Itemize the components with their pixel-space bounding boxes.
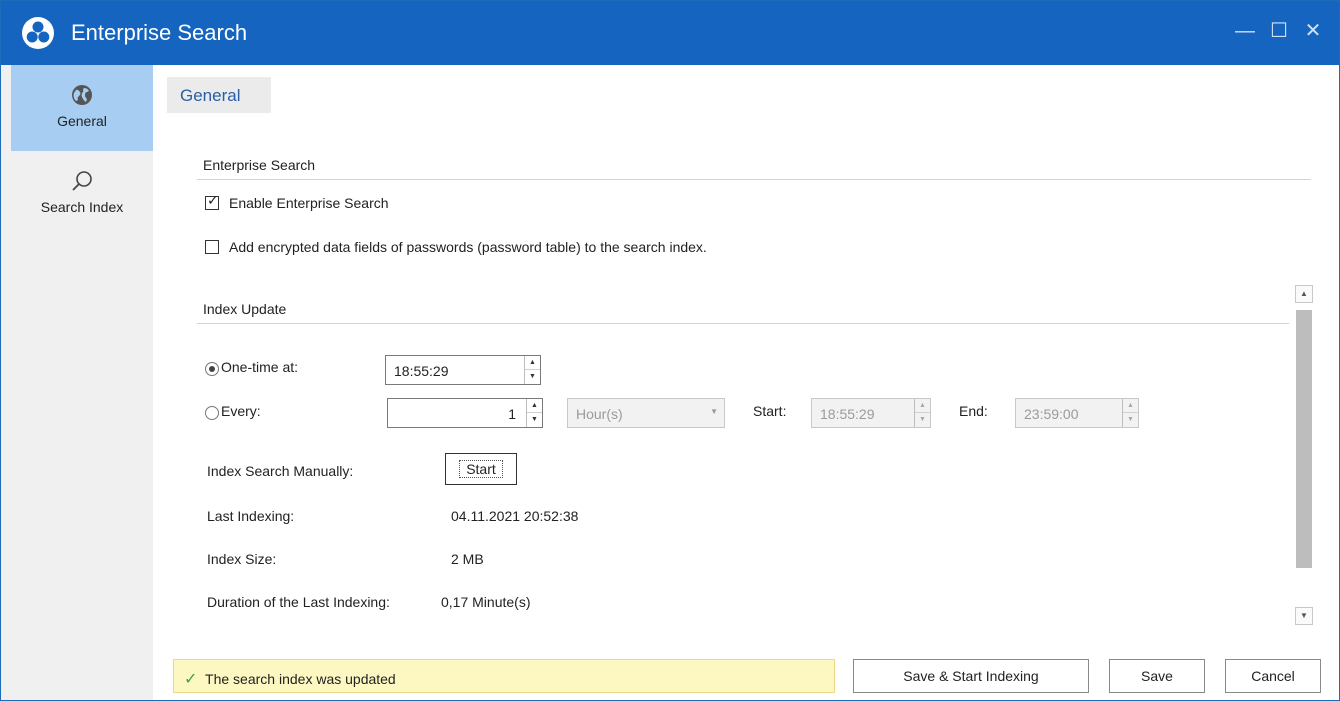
end-time-label: End: — [959, 403, 988, 419]
sidebar-item-label: Search Index — [40, 199, 124, 215]
spin-up-icon[interactable]: ▲ — [525, 356, 540, 370]
cancel-button[interactable]: Cancel — [1225, 659, 1321, 693]
sidebar: General Search Index — [1, 65, 153, 700]
close-icon[interactable]: ✕ — [1297, 15, 1329, 47]
onetime-label: One-time at: — [221, 359, 299, 375]
sidebar-item-general[interactable]: General — [11, 65, 153, 151]
globe-icon — [72, 85, 92, 105]
duration-value: 0,17 Minute(s) — [441, 594, 531, 610]
onetime-time-value: 18:55:29 — [394, 363, 449, 379]
onetime-stepper[interactable]: ▲ ▼ — [524, 356, 540, 384]
maximize-icon[interactable]: ☐ — [1263, 15, 1295, 47]
scroll-thumb[interactable] — [1296, 310, 1312, 568]
last-indexing-value: 04.11.2021 20:52:38 — [451, 508, 579, 524]
spin-down-icon[interactable]: ▼ — [1123, 413, 1138, 427]
every-count-input[interactable]: 1 ▲ ▼ — [387, 398, 543, 428]
spin-down-icon[interactable]: ▼ — [525, 370, 540, 384]
every-label: Every: — [221, 403, 261, 419]
search-icon — [72, 171, 92, 191]
section-index-update: Index Update — [203, 301, 287, 317]
window-title: Enterprise Search — [71, 20, 248, 45]
main-panel: General Enterprise Search Enable Enterpr… — [153, 65, 1339, 700]
last-indexing-label: Last Indexing: — [207, 508, 295, 524]
end-time-input[interactable]: 23:59:00 ▲ ▼ — [1015, 398, 1139, 428]
end-time-stepper[interactable]: ▲ ▼ — [1122, 399, 1138, 427]
divider — [197, 179, 1311, 180]
onetime-radio[interactable] — [205, 362, 219, 376]
spin-down-icon[interactable]: ▼ — [527, 413, 542, 427]
scroll-down-icon[interactable]: ▼ — [1295, 607, 1313, 625]
start-time-value: 18:55:29 — [820, 406, 875, 422]
minimize-icon[interactable]: — — [1229, 15, 1261, 47]
index-size-value: 2 MB — [451, 551, 484, 567]
enable-enterprise-search-checkbox[interactable] — [205, 193, 219, 210]
section-enterprise-search: Enterprise Search — [203, 157, 316, 173]
start-index-button[interactable]: Start — [445, 453, 517, 485]
every-count-value: 1 — [508, 406, 516, 422]
title-bar: Enterprise Search — ☐ ✕ — [1, 1, 1339, 65]
save-and-start-indexing-button[interactable]: Save & Start Indexing — [853, 659, 1089, 693]
index-size-label: Index Size: — [207, 551, 277, 567]
spin-up-icon[interactable]: ▲ — [915, 399, 930, 413]
spin-up-icon[interactable]: ▲ — [527, 399, 542, 413]
duration-label: Duration of the Last Indexing: — [207, 594, 390, 610]
save-button[interactable]: Save — [1109, 659, 1205, 693]
onetime-time-input[interactable]: 18:55:29 ▲ ▼ — [385, 355, 541, 385]
sidebar-item-label: General — [57, 113, 107, 129]
start-time-stepper[interactable]: ▲ ▼ — [914, 399, 930, 427]
start-time-label: Start: — [753, 403, 787, 419]
vertical-scrollbar[interactable]: ▲ ▼ — [1295, 285, 1313, 635]
enterprise-search-window: Enterprise Search — ☐ ✕ General Search I… — [0, 0, 1340, 701]
scroll-up-icon[interactable]: ▲ — [1295, 285, 1313, 303]
status-message: ✓ The search index was updated — [173, 659, 835, 693]
status-text: The search index was updated — [205, 671, 396, 687]
end-time-value: 23:59:00 — [1024, 406, 1079, 422]
tab-general[interactable]: General — [167, 77, 271, 113]
start-time-input[interactable]: 18:55:29 ▲ ▼ — [811, 398, 931, 428]
spin-up-icon[interactable]: ▲ — [1123, 399, 1138, 413]
enable-enterprise-search-label: Enable Enterprise Search — [229, 195, 389, 211]
encrypted-fields-label: Add encrypted data fields of passwords (… — [229, 239, 707, 255]
start-button-label: Start — [459, 460, 503, 478]
divider — [197, 323, 1289, 324]
every-stepper[interactable]: ▲ ▼ — [526, 399, 542, 427]
app-logo-icon — [22, 17, 54, 49]
every-radio[interactable] — [205, 406, 219, 420]
spin-down-icon[interactable]: ▼ — [915, 413, 930, 427]
interval-unit-value: Hour(s) — [576, 406, 623, 422]
interval-unit-select[interactable]: Hour(s) ▼ — [567, 398, 725, 428]
success-check-icon: ✓ — [184, 669, 198, 688]
encrypted-fields-checkbox[interactable] — [205, 240, 219, 254]
sidebar-item-search-index[interactable]: Search Index — [11, 151, 153, 237]
index-manually-label: Index Search Manually: — [207, 463, 354, 479]
chevron-down-icon: ▼ — [710, 407, 718, 416]
